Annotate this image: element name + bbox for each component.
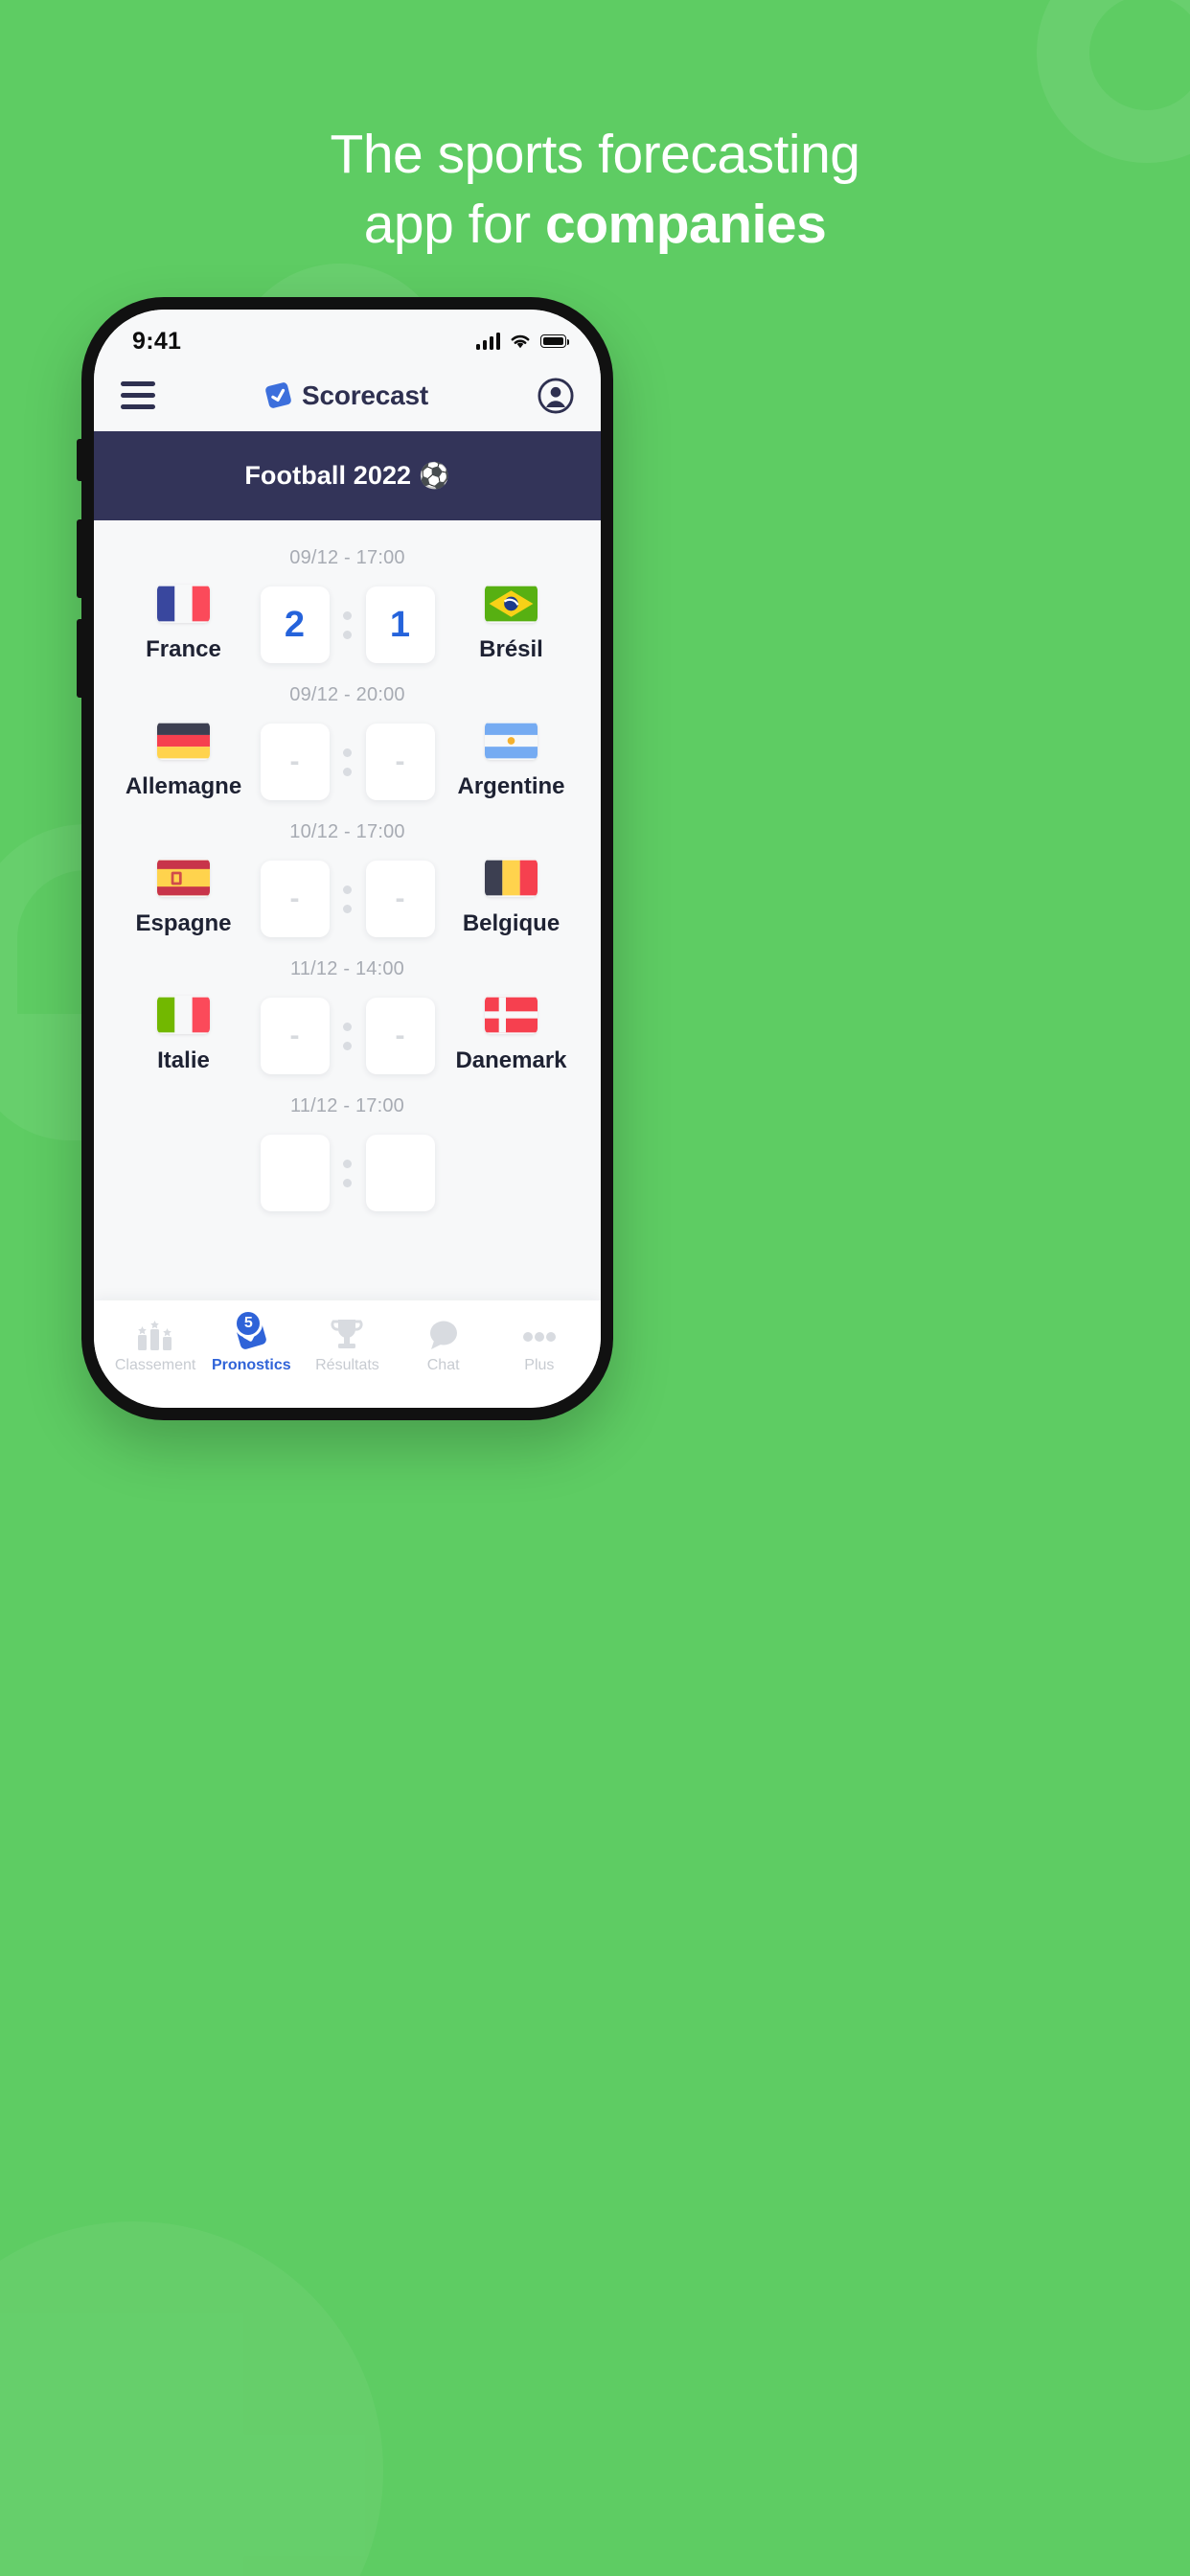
tab-label: Chat xyxy=(426,1357,460,1373)
score-inputs: - - xyxy=(260,998,435,1074)
account-circle-icon[interactable] xyxy=(538,377,574,414)
flag-spain xyxy=(157,860,210,896)
trophy-icon xyxy=(329,1318,365,1350)
headline-line-1: The sports forecasting xyxy=(330,124,860,185)
away-score-input[interactable]: 1 xyxy=(365,586,435,663)
soccer-ball-icon: ⚽ xyxy=(419,461,450,490)
match-row[interactable]: 09/12 - 20:00 Allemagne - - Argentine xyxy=(94,673,601,810)
score-separator xyxy=(330,1022,366,1050)
matches-list[interactable]: 09/12 - 17:00 France 2 1 Brésil 09/12 - … xyxy=(94,520,601,1300)
flag-italy xyxy=(157,997,210,1033)
tab-classement[interactable]: Classement xyxy=(109,1318,201,1374)
score-separator xyxy=(330,610,366,639)
away-score-input[interactable]: - xyxy=(365,724,435,800)
status-bar: 9:41 xyxy=(94,310,601,359)
flag-argentina xyxy=(485,723,538,759)
away-team: Danemark xyxy=(435,996,588,1074)
away-team-name: Danemark xyxy=(455,1047,567,1073)
competition-title: Football 2022 xyxy=(244,461,412,490)
tab-label: Résultats xyxy=(315,1357,379,1373)
marketing-headline: The sports forecasting app for companies xyxy=(0,125,1190,254)
headline-line-2: app for companies xyxy=(0,193,1190,255)
home-score-input[interactable]: - xyxy=(260,724,330,800)
cellular-signal-icon xyxy=(475,333,500,350)
headline-line-2-bold: companies xyxy=(545,193,827,255)
away-score-input[interactable]: - xyxy=(365,861,435,937)
home-score-input[interactable]: 2 xyxy=(260,586,330,663)
away-team-name: Brésil xyxy=(479,636,543,662)
wifi-icon xyxy=(511,334,530,349)
home-score-input[interactable] xyxy=(260,1135,330,1211)
app-brand: Scorecast xyxy=(264,380,428,411)
match-row[interactable]: 11/12 - 17:00 xyxy=(94,1084,601,1221)
app-header: Scorecast xyxy=(94,359,601,431)
score-separator xyxy=(330,885,366,913)
match-row[interactable]: 10/12 - 17:00 Espagne - - Belgique xyxy=(94,810,601,947)
background-decor-bottom-left xyxy=(0,2221,383,2576)
phone-volume-down-button xyxy=(77,619,81,698)
home-team: Espagne xyxy=(107,859,261,937)
tab-plus[interactable]: Plus xyxy=(493,1318,585,1374)
tab-label: Plus xyxy=(524,1357,555,1373)
flag-france xyxy=(157,586,210,622)
scorecast-check-logo xyxy=(265,382,291,408)
score-inputs: - - xyxy=(260,724,435,800)
home-team-name: Espagne xyxy=(135,910,232,936)
headline-line-2-prefix: app for xyxy=(363,193,545,255)
away-team: Belgique xyxy=(435,859,588,937)
match-row[interactable]: 11/12 - 14:00 Italie - - Danemark xyxy=(94,947,601,1084)
match-datetime: 11/12 - 17:00 xyxy=(290,1095,404,1116)
away-score-input[interactable]: - xyxy=(365,998,435,1074)
tab-pronostics[interactable]: 5 Pronostics xyxy=(205,1309,297,1374)
match-datetime: 11/12 - 14:00 xyxy=(290,958,404,979)
tab-label: Pronostics xyxy=(211,1357,291,1373)
flag-denmark xyxy=(485,997,538,1033)
home-team-name: Allemagne xyxy=(125,773,242,799)
home-team-name: Italie xyxy=(157,1047,210,1073)
match-datetime: 09/12 - 20:00 xyxy=(289,684,405,705)
tab-label: Classement xyxy=(114,1357,196,1373)
competition-banner: Football 2022 ⚽ xyxy=(94,431,601,520)
away-team: Argentine xyxy=(435,722,588,800)
phone-side-buttons xyxy=(77,297,82,1420)
away-score-input[interactable] xyxy=(365,1135,435,1211)
home-team: Italie xyxy=(107,996,261,1074)
tab-resultats[interactable]: Résultats xyxy=(301,1318,393,1374)
battery-icon xyxy=(540,334,569,348)
status-bar-time: 9:41 xyxy=(132,327,182,355)
podium-icon xyxy=(135,1318,175,1350)
away-team-name: Argentine xyxy=(457,773,565,799)
status-bar-icons xyxy=(475,333,569,350)
tab-chat[interactable]: Chat xyxy=(398,1318,490,1374)
match-datetime: 09/12 - 17:00 xyxy=(289,547,405,568)
flag-brazil xyxy=(485,586,538,622)
home-team: France xyxy=(107,585,261,663)
home-score-input[interactable]: - xyxy=(260,998,330,1074)
more-dots-icon xyxy=(522,1318,557,1350)
score-inputs: - - xyxy=(260,861,435,937)
score-inputs xyxy=(260,1135,435,1211)
chat-bubble-icon xyxy=(427,1318,460,1350)
flag-germany xyxy=(157,723,210,759)
app-brand-name: Scorecast xyxy=(301,380,429,410)
hamburger-menu-icon[interactable] xyxy=(121,381,155,409)
home-team-name: France xyxy=(146,636,221,662)
score-separator xyxy=(330,1159,366,1187)
match-row[interactable]: 09/12 - 17:00 France 2 1 Brésil xyxy=(94,536,601,673)
phone-mockup: 9:41 Scorecast Football 2022 ⚽ 09/12 - 1… xyxy=(77,297,613,1420)
away-team-name: Belgique xyxy=(462,910,561,936)
home-score-input[interactable]: - xyxy=(260,861,330,937)
bottom-tab-bar: Classement 5 Pronostics Résultats Chat P… xyxy=(94,1300,601,1408)
scorecast-check-icon: 5 xyxy=(234,1309,268,1350)
home-team: Allemagne xyxy=(107,722,261,800)
match-datetime: 10/12 - 17:00 xyxy=(289,821,405,842)
score-separator xyxy=(330,748,366,776)
phone-mute-button xyxy=(77,439,81,481)
phone-volume-up-button xyxy=(77,519,81,598)
score-inputs: 2 1 xyxy=(260,586,435,663)
away-team: Brésil xyxy=(435,585,588,663)
flag-belgium xyxy=(485,860,538,896)
phone-screen: 9:41 Scorecast Football 2022 ⚽ 09/12 - 1… xyxy=(94,310,601,1408)
